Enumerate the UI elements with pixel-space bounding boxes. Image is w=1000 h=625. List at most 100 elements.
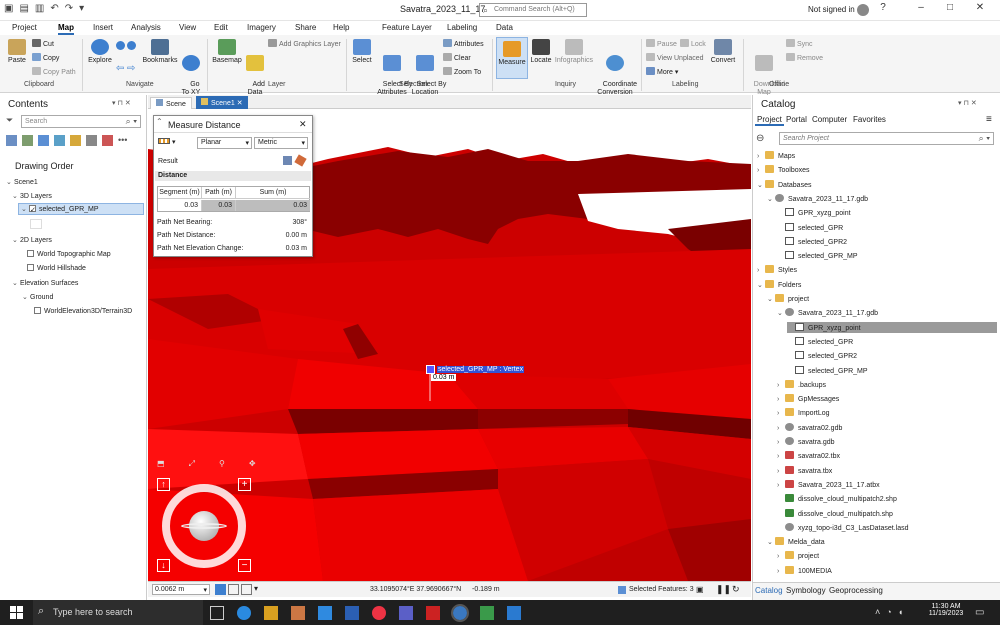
selected-features-count[interactable]: Selected Features: 3 — [629, 586, 694, 593]
catalog-item[interactable]: xyzg_topo-i3d_C3_LasDataset.lasd — [777, 522, 909, 532]
catalog-item[interactable]: › savatra.gdb — [777, 437, 835, 446]
collapse-icon[interactable]: ⌄ — [6, 178, 14, 186]
catalog-item[interactable]: › savatra02.tbx — [777, 451, 840, 460]
expand-icon[interactable]: › — [777, 382, 785, 389]
maximize-icon[interactable]: □ — [942, 2, 958, 18]
lock-button[interactable]: Lock — [680, 39, 706, 49]
contents-search-input[interactable]: Search ⌕ ▾ — [21, 115, 141, 128]
next-extent-icon[interactable]: ⇨ — [127, 63, 135, 74]
list-by-editing-icon[interactable] — [54, 135, 65, 146]
catalog-item[interactable]: › Styles — [757, 265, 797, 274]
expand-icon[interactable]: › — [777, 553, 785, 560]
tab-feature-layer[interactable]: Feature Layer — [382, 23, 432, 32]
list-by-selection-icon[interactable] — [38, 135, 49, 146]
expand-icon[interactable]: ⌄ — [767, 538, 775, 546]
redo-icon[interactable]: ↷ — [65, 3, 73, 14]
selection-options-icon[interactable]: ▣ — [696, 585, 704, 594]
tab-scene1[interactable]: Scene1 ✕ — [196, 96, 248, 109]
expand-icon[interactable]: › — [777, 568, 785, 575]
app-icon[interactable] — [291, 606, 305, 620]
tab-map[interactable]: Map — [58, 23, 74, 35]
measure-button[interactable]: Measure — [496, 37, 528, 79]
pause-button[interactable]: Pause — [646, 39, 677, 49]
navigator-menu-icon[interactable]: ⬒ — [157, 459, 165, 469]
app-icon[interactable] — [318, 606, 332, 620]
zoom-to-button[interactable]: Zoom To — [443, 67, 481, 77]
close-icon[interactable]: ✕ — [972, 2, 988, 18]
bookmarks-button[interactable]: Bookmarks — [142, 39, 178, 65]
add-graphics-layer-button[interactable]: Add Graphics Layer — [268, 39, 341, 49]
tab-help[interactable]: Help — [333, 23, 349, 32]
chevron-down-icon[interactable]: ▾ — [254, 584, 258, 595]
expand-icon[interactable]: › — [777, 439, 785, 446]
tree-scene1[interactable]: ⌄ Scene1 — [6, 178, 38, 186]
list-by-perspective-icon[interactable] — [102, 135, 113, 146]
expand-icon[interactable]: › — [777, 410, 785, 417]
catalog-item[interactable]: selected_GPR2 — [777, 236, 847, 246]
copy-result-icon[interactable] — [283, 156, 292, 165]
catalog-item[interactable]: › Toolboxes — [757, 165, 810, 174]
catalog-search-input[interactable]: Search Project ⌕ ▾ — [779, 132, 994, 145]
bottom-tab-geoprocessing[interactable]: Geoprocessing — [829, 586, 883, 595]
tab-insert[interactable]: Insert — [93, 23, 113, 32]
app-icon[interactable] — [237, 606, 251, 620]
back-icon[interactable]: ⊖ — [756, 133, 764, 144]
catalog-item[interactable]: ⌄ Folders — [757, 279, 801, 289]
expand-icon[interactable]: › — [757, 153, 765, 160]
catalog-item[interactable]: GPR_xyzg_point — [777, 208, 851, 217]
previous-extent-icon[interactable]: ⇦ — [116, 63, 124, 74]
acrobat-icon[interactable] — [426, 606, 440, 620]
filter-icon[interactable]: ⏷ — [6, 115, 13, 126]
layer-visibility-checkbox[interactable] — [34, 307, 41, 314]
customize-icon[interactable]: ▾ — [79, 3, 84, 14]
attributes-button[interactable]: Attributes — [443, 39, 484, 49]
more-button[interactable]: More ▾ — [646, 67, 678, 77]
collapse-icon[interactable]: ⌄ — [21, 205, 29, 213]
catalog-tab-computer[interactable]: Computer — [812, 115, 847, 124]
explore-button[interactable]: Explore — [86, 39, 114, 65]
clear-result-icon[interactable] — [294, 154, 307, 167]
tilt-down-icon[interactable]: ↓ — [157, 559, 170, 572]
expand-icon[interactable]: › — [777, 482, 785, 489]
catalog-item[interactable]: › savatra.tbx — [777, 465, 832, 475]
navigation-icon[interactable] — [241, 584, 252, 595]
command-search-input[interactable]: ⌕ Command Search (Alt+Q) — [479, 3, 587, 17]
tab-view[interactable]: View — [179, 23, 196, 32]
tab-edit[interactable]: Edit — [214, 23, 228, 32]
measure-unit-select[interactable]: Metric ▾ — [254, 137, 308, 149]
copy-button[interactable]: Copy — [32, 53, 59, 63]
expand-icon[interactable]: › — [777, 425, 785, 432]
list-by-labeling-icon[interactable] — [86, 135, 97, 146]
catalog-item[interactable]: dissolve_cloud_multipatch.shp — [777, 508, 893, 518]
measure-mode-select[interactable]: Planar ▾ — [197, 137, 252, 149]
catalog-item[interactable]: › Maps — [757, 151, 795, 160]
catalog-item[interactable]: dissolve_cloud_multipatch2.shp — [777, 494, 897, 503]
catalog-item[interactable]: selected_GPR_MP — [787, 365, 868, 375]
undo-icon[interactable]: ↶ — [50, 3, 58, 14]
expand-icon[interactable]: ⌄ — [767, 295, 775, 303]
basemap-button[interactable]: Basemap — [212, 39, 242, 65]
pane-options-icon[interactable]: ▾ ⊓ ✕ — [112, 99, 131, 107]
locate-button[interactable]: Locate — [529, 39, 553, 65]
layer-symbol-swatch[interactable] — [30, 219, 42, 229]
catalog-item[interactable]: selected_GPR — [777, 222, 843, 232]
expand-icon[interactable]: › — [757, 267, 765, 274]
volume-icon[interactable]: ◖ — [898, 607, 903, 617]
catalog-item[interactable]: › savatra02.gdb — [777, 422, 842, 432]
save-icon[interactable]: ▥ — [35, 3, 44, 14]
windows-start-icon[interactable] — [10, 606, 23, 619]
app-icon[interactable] — [507, 606, 521, 620]
fixed-zoom-icon[interactable] — [127, 41, 136, 50]
teams-icon[interactable] — [399, 606, 413, 620]
bottom-tab-symbology[interactable]: Symbology — [786, 586, 826, 595]
catalog-item[interactable]: › Savatra_2023_11_17.atbx — [777, 479, 880, 489]
tilt-up-icon[interactable]: ↑ — [157, 478, 170, 491]
table-icon[interactable] — [228, 584, 239, 595]
navigator-pan-icon[interactable]: ✥ — [249, 459, 256, 469]
notifications-icon[interactable]: ▭ — [975, 607, 984, 618]
catalog-item[interactable]: GPR_xyzg_point — [787, 321, 997, 333]
close-tab-icon[interactable]: ✕ — [237, 100, 243, 107]
tree-elevation-surfaces[interactable]: ⌄ Elevation Surfaces — [12, 279, 78, 287]
zoom-out-icon[interactable]: − — [238, 559, 251, 572]
catalog-tab-project[interactable]: Project — [755, 115, 784, 126]
